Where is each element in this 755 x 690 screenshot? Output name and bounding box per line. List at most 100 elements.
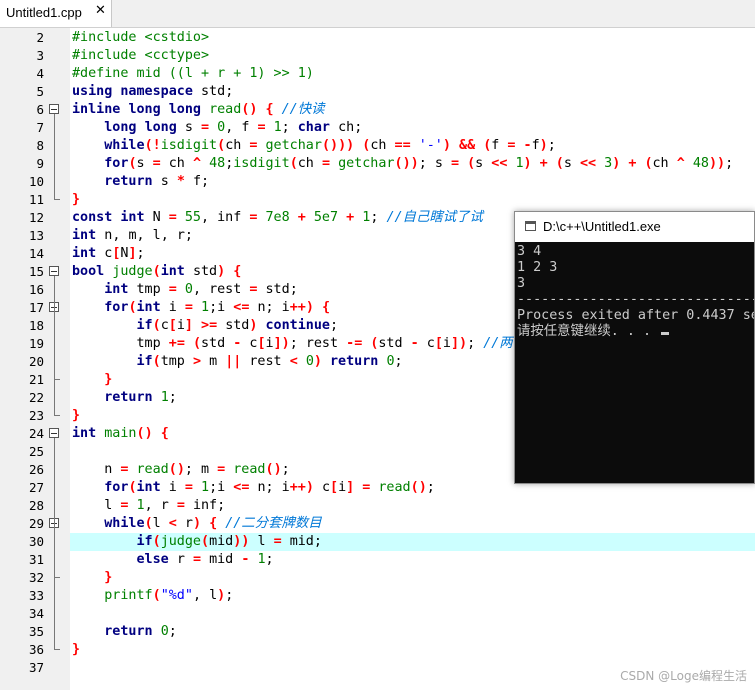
code-text: return s * f; <box>104 174 210 189</box>
code-line[interactable]: 34 <box>0 605 755 623</box>
console-line: Process exited after 0.4437 se <box>517 308 754 324</box>
code-text: int c[N]; <box>72 246 145 261</box>
code-line[interactable]: 11} <box>0 191 755 209</box>
line-number: 20 <box>28 354 44 369</box>
code-text: } <box>104 372 113 387</box>
code-text: for(int i = 1;i <= n; i++) c[i] = read()… <box>104 480 435 495</box>
line-number: 13 <box>28 228 44 243</box>
code-line[interactable]: 6 inline long long read() { //快读 <box>0 101 755 119</box>
code-line[interactable]: 4 #define mid ((l + r + 1) >> 1) <box>0 65 755 83</box>
line-number: 9 <box>36 156 44 171</box>
line-number: 28 <box>28 498 44 513</box>
code-text: if(judge(mid)) l = mid; <box>136 534 322 549</box>
line-number: 24 <box>28 426 44 441</box>
line-number: 16 <box>28 282 44 297</box>
line-number: 30 <box>28 534 44 549</box>
console-line: 3 4 <box>517 244 541 260</box>
code-line[interactable]: 36} <box>0 641 755 659</box>
code-line[interactable]: 8 while(!isdigit(ch = getchar())) (ch ==… <box>0 137 755 155</box>
code-line[interactable]: 2 #include <cstdio> <box>0 29 755 47</box>
code-text: printf("%d", l); <box>104 588 234 603</box>
code-text: tmp += (std - c[i]); rest -= (std - c[i]… <box>136 336 513 351</box>
code-text: bool judge(int std) { <box>72 264 242 279</box>
console-line: 请按任意键继续. . . <box>517 324 670 340</box>
code-text: } <box>72 642 81 657</box>
console-line-text: 请按任意键继续. . . <box>517 324 660 339</box>
code-line[interactable]: 5 using namespace std; <box>0 83 755 101</box>
code-text: for(s = ch ^ 48;isdigit(ch = getchar());… <box>104 156 734 171</box>
code-text: return 1; <box>104 390 177 405</box>
code-text: using namespace std; <box>72 84 234 99</box>
line-number: 11 <box>28 192 44 207</box>
code-text: if(c[i] >= std) continue; <box>136 318 339 333</box>
line-number: 12 <box>28 210 44 225</box>
code-line[interactable]: 28 l = 1, r = inf; <box>0 497 755 515</box>
code-text: n = read(); m = read(); <box>104 462 290 477</box>
line-number: 25 <box>28 444 44 459</box>
code-line[interactable]: 31 else r = mid - 1; <box>0 551 755 569</box>
line-number: 23 <box>28 408 44 423</box>
code-text: } <box>72 192 81 207</box>
line-number: 18 <box>28 318 44 333</box>
console-output: 3 41 2 3 3 -------------------------------… <box>517 244 754 482</box>
watermark: CSDN @Loge编程生活 <box>620 669 747 683</box>
tab-bar: Untitled1.cpp ✕ <box>0 0 755 28</box>
console-titlebar[interactable]: D:\c++\Untitled1.exe <box>515 212 754 242</box>
code-text: while(l < r) { //二分套牌数目 <box>104 516 322 531</box>
fold-collapse-icon[interactable] <box>49 266 59 276</box>
code-line[interactable]: 35 return 0; <box>0 623 755 641</box>
code-text: return 0; <box>104 624 177 639</box>
fold-end-marker <box>54 407 60 416</box>
line-number: 3 <box>36 48 44 63</box>
code-text: if(tmp > m || rest < 0) return 0; <box>136 354 403 369</box>
line-number: 36 <box>28 642 44 657</box>
code-line[interactable]: 32 } <box>0 569 755 587</box>
code-line[interactable]: 10 return s * f; <box>0 173 755 191</box>
console-line-text: 3 4 <box>517 244 542 259</box>
code-text: else r = mid - 1; <box>136 552 274 567</box>
console-line-text: -------------------------------- <box>517 292 754 307</box>
line-number: 17 <box>28 300 44 315</box>
code-text: #include <cctype> <box>72 48 210 63</box>
code-text: int main() { <box>72 426 169 441</box>
fold-collapse-icon[interactable] <box>49 428 59 438</box>
console-title: D:\c++\Untitled1.exe <box>543 219 661 234</box>
console-window[interactable]: D:\c++\Untitled1.exe 3 41 2 3 3 ----------… <box>514 211 755 484</box>
line-number: 27 <box>28 480 44 495</box>
text-cursor <box>661 332 670 335</box>
code-text: for(int i = 1;i <= n; i++) { <box>104 300 330 315</box>
line-number: 6 <box>36 102 44 117</box>
fold-end-marker <box>54 191 60 200</box>
close-icon[interactable]: ✕ <box>95 3 106 18</box>
console-line: 1 2 3 <box>517 260 557 276</box>
console-window-icon <box>525 221 536 231</box>
fold-guide <box>54 312 55 371</box>
line-number: 14 <box>28 246 44 261</box>
code-text: #define mid ((l + r + 1) >> 1) <box>72 66 314 81</box>
tab-label: Untitled1.cpp <box>6 5 82 20</box>
line-number: 31 <box>28 552 44 567</box>
tab-untitled1[interactable]: Untitled1.cpp ✕ <box>0 0 112 27</box>
line-number: 22 <box>28 390 44 405</box>
line-number: 15 <box>28 264 44 279</box>
code-text: } <box>72 408 81 423</box>
code-line[interactable]: 9 for(s = ch ^ 48;isdigit(ch = getchar()… <box>0 155 755 173</box>
fold-end-marker <box>54 641 60 650</box>
line-number: 29 <box>28 516 44 531</box>
line-number: 35 <box>28 624 44 639</box>
fold-collapse-icon[interactable] <box>49 104 59 114</box>
console-line-text: 1 2 3 <box>517 260 558 275</box>
code-text: inline long long read() { //快读 <box>72 102 325 117</box>
code-line[interactable]: 30 if(judge(mid)) l = mid; <box>0 533 755 551</box>
line-number: 4 <box>36 66 44 81</box>
code-line[interactable]: 3 #include <cctype> <box>0 47 755 65</box>
fold-guide <box>54 114 55 191</box>
line-number: 8 <box>36 138 44 153</box>
code-line[interactable]: 7 long long s = 0, f = 1; char ch; <box>0 119 755 137</box>
code-line[interactable]: 29 while(l < r) { //二分套牌数目 <box>0 515 755 533</box>
line-number: 10 <box>28 174 44 189</box>
line-number: 7 <box>36 120 44 135</box>
fold-guide <box>54 528 55 569</box>
code-line[interactable]: 33 printf("%d", l); <box>0 587 755 605</box>
line-number: 32 <box>28 570 44 585</box>
